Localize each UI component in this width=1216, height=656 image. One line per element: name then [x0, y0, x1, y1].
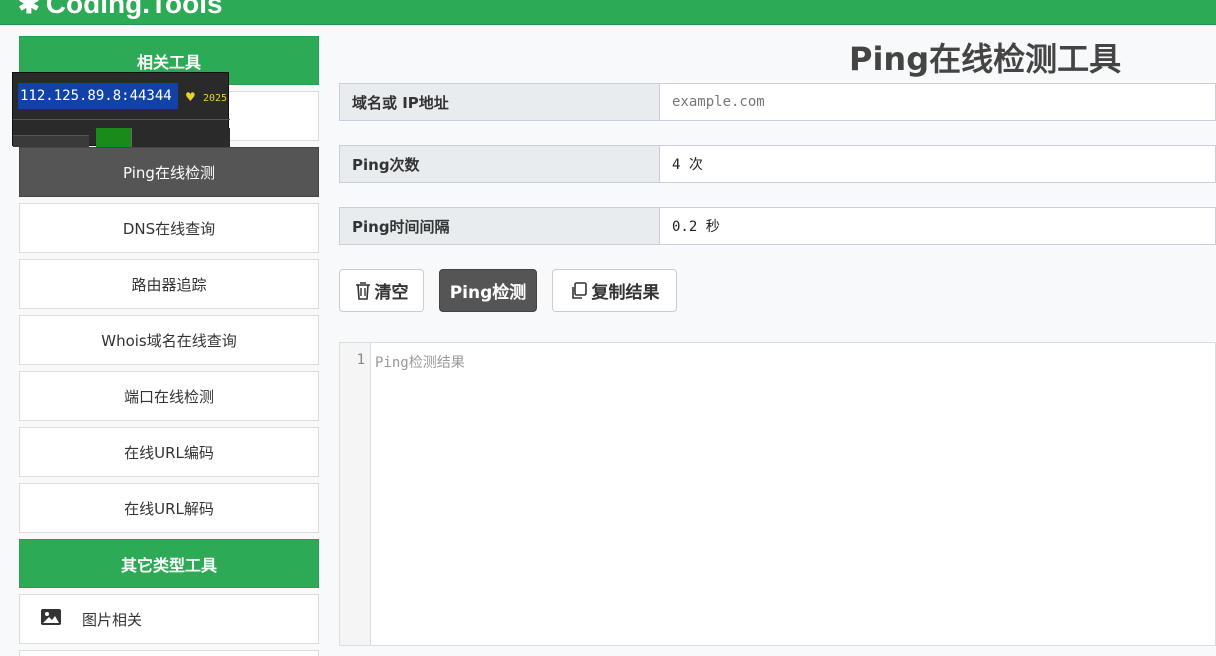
ip-overlay-widget: 112.125.89.8:44344 ♥ 2025 [12, 72, 230, 147]
field-row-count: Ping次数 [339, 145, 1216, 183]
host-input[interactable] [659, 83, 1216, 121]
sidebar-item-url-encode[interactable]: 在线URL编码 [19, 427, 319, 477]
sidebar-header-other: 其它类型工具 [19, 539, 319, 588]
line-number: 1 [356, 352, 365, 368]
overlay-ip: 112.125.89.8:44344 [18, 83, 178, 109]
clear-button[interactable]: 清空 [339, 269, 424, 312]
sidebar-item-partial[interactable] [19, 650, 319, 656]
brand-logo[interactable]: ✱ Coding.Tools [18, 0, 223, 20]
sidebar-item-url-decode[interactable]: 在线URL解码 [19, 483, 319, 533]
host-label: 域名或 IP地址 [339, 83, 659, 121]
overlay-year: 2025 [203, 93, 228, 104]
sidebar-item-port[interactable]: 端口在线检测 [19, 371, 319, 421]
image-icon [40, 608, 62, 630]
page-title: Ping在线检测工具 [849, 40, 1122, 78]
trash-icon [355, 281, 371, 300]
overlay-divider [13, 119, 230, 120]
overlay-status-block [96, 128, 131, 147]
field-row-interval: Ping时间间隔 [339, 207, 1216, 245]
heart-icon: ♥ [185, 90, 196, 104]
sidebar-item-ping[interactable]: Ping在线检测 [19, 147, 319, 197]
overlay-block [131, 128, 230, 147]
sidebar-item-traceroute[interactable]: 路由器追踪 [19, 259, 319, 309]
sidebar-item-dns[interactable]: DNS在线查询 [19, 203, 319, 253]
clear-button-label: 清空 [374, 283, 409, 303]
overlay-block [13, 135, 89, 147]
result-placeholder: Ping检测结果 [375, 355, 465, 371]
logo-icon: ✱ [18, 0, 40, 19]
copy-button-label: 复制结果 [591, 283, 660, 303]
top-bar: ✱ Coding.Tools [0, 0, 1216, 25]
brand-name: Coding.Tools [45, 0, 223, 19]
line-gutter: 1 [340, 343, 371, 645]
sidebar-item-image[interactable]: 图片相关 [19, 594, 319, 644]
sidebar-item-whois[interactable]: Whois域名在线查询 [19, 315, 319, 365]
copy-icon [570, 281, 588, 300]
interval-label: Ping时间间隔 [339, 207, 659, 245]
result-editor[interactable]: 1 Ping检测结果 [339, 342, 1216, 646]
field-row-host: 域名或 IP地址 [339, 83, 1216, 121]
interval-input[interactable] [659, 207, 1216, 245]
count-label: Ping次数 [339, 145, 659, 183]
sidebar-item-image-label: 图片相关 [82, 610, 143, 629]
ping-button[interactable]: Ping检测 [439, 269, 537, 312]
count-input[interactable] [659, 145, 1216, 183]
copy-result-button[interactable]: 复制结果 [552, 269, 677, 312]
